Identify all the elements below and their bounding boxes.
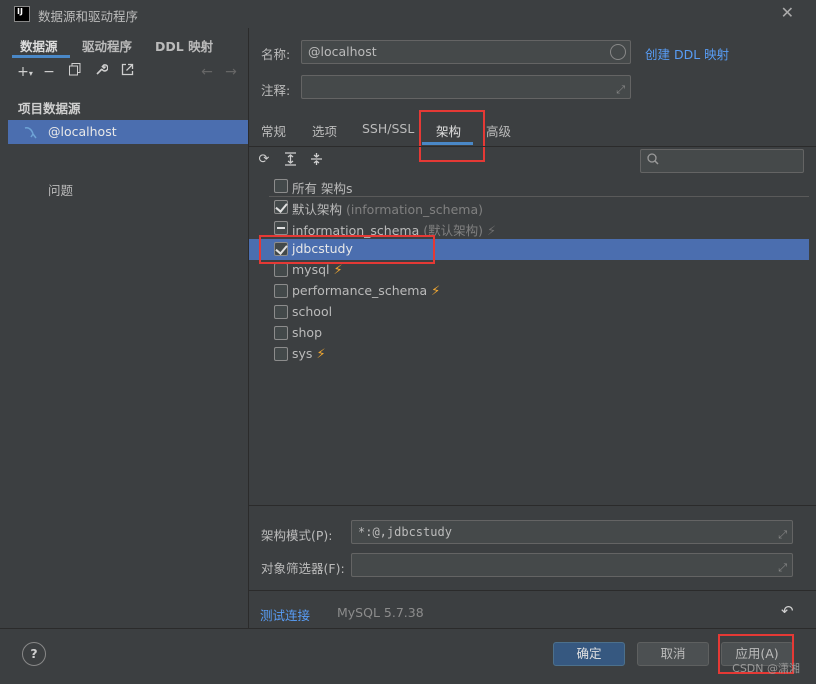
title-bar: IJ 数据源和驱动程序 ✕ <box>0 0 816 28</box>
checkbox[interactable] <box>274 179 288 193</box>
dialog-window: IJ 数据源和驱动程序 ✕ 数据源 驱动程序 DDL 映射 +▾ − ← → 项 <box>0 0 816 684</box>
add-icon[interactable]: +▾ <box>16 62 34 82</box>
checkbox[interactable] <box>274 221 288 235</box>
remove-icon[interactable]: − <box>40 62 58 82</box>
lightning-icon: ⚡ <box>333 263 343 278</box>
tab-ssh-ssl[interactable]: SSH/SSL <box>362 121 414 136</box>
tab-options[interactable]: 选项 <box>312 121 337 140</box>
schema-label: school <box>292 304 333 319</box>
export-icon[interactable] <box>118 62 136 82</box>
lightning-icon: ⚡ <box>431 284 441 299</box>
schema-row-school[interactable]: school <box>249 302 809 323</box>
comment-field[interactable]: ⤢ <box>301 75 631 99</box>
checkbox[interactable] <box>274 263 288 277</box>
comment-label: 注释: <box>261 83 291 98</box>
schema-label: 默认架构 <box>292 202 343 217</box>
window-title: 数据源和驱动程序 <box>38 9 139 24</box>
datasource-label: @localhost <box>48 124 117 139</box>
left-toolbar: +▾ − ← → <box>8 62 248 84</box>
tab-advanced[interactable]: 高级 <box>486 121 511 140</box>
tab-general[interactable]: 常规 <box>261 121 286 140</box>
schema-row-default[interactable]: 默认架构 (information_schema) <box>249 197 809 218</box>
schema-label: performance_schema <box>292 283 428 298</box>
name-label: 名称: <box>261 47 291 62</box>
expand-icon[interactable]: ⤢ <box>616 79 625 101</box>
right-panel: 名称: @localhost 创建 DDL 映射 注释: ⤢ 常规 选项 SSH… <box>249 28 816 628</box>
footer-separator <box>0 628 816 629</box>
project-datasources-heading: 项目数据源 <box>18 101 81 116</box>
expand-all-icon[interactable] <box>282 152 298 170</box>
schema-label: 所有 架构s <box>292 181 353 196</box>
schema-pattern-field[interactable]: *:@,jdbcstudy ⤢ <box>351 520 793 544</box>
ok-button[interactable]: 确定 <box>553 642 625 666</box>
lightning-icon: ⚡ <box>486 224 497 239</box>
lightning-icon: ⚡ <box>316 347 326 362</box>
schema-pattern-label: 架构模式(P): <box>261 528 333 543</box>
copy-icon[interactable] <box>66 62 84 82</box>
mysql-icon <box>24 127 37 139</box>
schema-label: mysql <box>292 262 330 277</box>
expand-icon[interactable]: ⤢ <box>778 524 787 546</box>
list-bottom-separator <box>249 505 816 506</box>
close-icon[interactable]: ✕ <box>781 3 794 22</box>
dialog-footer: ? 确定 取消 应用(A) CSDN @潇湘 <box>0 628 816 684</box>
search-icon <box>647 153 659 165</box>
highlight-box-jdbcstudy <box>259 235 435 264</box>
forward-icon[interactable]: → <box>222 62 240 82</box>
schema-row-all[interactable]: 所有 架构s <box>249 176 809 197</box>
schema-row-performance-schema[interactable]: performance_schema ⚡ <box>249 281 809 302</box>
left-tabs: 数据源 驱动程序 DDL 映射 <box>8 28 248 58</box>
expand-icon[interactable]: ⤢ <box>778 557 787 579</box>
intellij-app-icon: IJ <box>14 6 30 22</box>
checkbox[interactable] <box>274 305 288 319</box>
collapse-all-icon[interactable] <box>308 152 324 170</box>
bottom-separator <box>249 590 816 591</box>
object-filter-label: 对象筛选器(F): <box>261 561 345 576</box>
tab-datasources[interactable]: 数据源 <box>20 36 58 55</box>
tab-drivers[interactable]: 驱动程序 <box>82 36 132 55</box>
checkbox[interactable] <box>274 200 288 214</box>
color-ring-icon[interactable] <box>610 44 626 60</box>
mysql-version-label: MySQL 5.7.38 <box>337 605 424 620</box>
create-ddl-mapping-link[interactable]: 创建 DDL 映射 <box>645 44 729 63</box>
cancel-button[interactable]: 取消 <box>637 642 709 666</box>
schema-tree: 所有 架构s 默认架构 (information_schema) informa… <box>249 176 809 506</box>
test-connection-link[interactable]: 测试连接 <box>260 605 310 624</box>
tab-separator <box>249 146 816 147</box>
schema-pattern-value: *:@,jdbcstudy <box>358 525 452 539</box>
wrench-icon[interactable] <box>92 62 110 82</box>
checkbox[interactable] <box>274 347 288 361</box>
schema-label: shop <box>292 325 323 340</box>
highlight-box-schemas-tab <box>419 110 485 162</box>
checkbox[interactable] <box>274 284 288 298</box>
schema-hint: (information_schema) <box>346 202 483 217</box>
watermark: CSDN @潇湘 <box>732 662 800 675</box>
problems-item[interactable]: 问题 <box>48 180 73 199</box>
back-icon[interactable]: ← <box>198 62 216 82</box>
tab-ddl-mappings[interactable]: DDL 映射 <box>155 36 213 55</box>
left-panel: 数据源 驱动程序 DDL 映射 +▾ − ← → 项目数据源 @localhos… <box>8 28 248 628</box>
schema-label: sys <box>292 346 313 361</box>
object-filter-field[interactable]: ⤢ <box>351 553 793 577</box>
active-tab-underline <box>12 55 70 58</box>
checkbox[interactable] <box>274 326 288 340</box>
help-button[interactable]: ? <box>22 642 46 666</box>
schema-row-shop[interactable]: shop <box>249 323 809 344</box>
reset-icon[interactable]: ↶ <box>781 602 794 620</box>
name-field[interactable]: @localhost <box>301 40 631 64</box>
refresh-icon[interactable]: ⟳ <box>256 152 272 170</box>
name-field-value: @localhost <box>308 44 377 59</box>
schema-search-input[interactable] <box>640 149 804 173</box>
schema-row-sys[interactable]: sys ⚡ <box>249 344 809 365</box>
datasource-item-localhost[interactable]: @localhost <box>8 120 248 144</box>
